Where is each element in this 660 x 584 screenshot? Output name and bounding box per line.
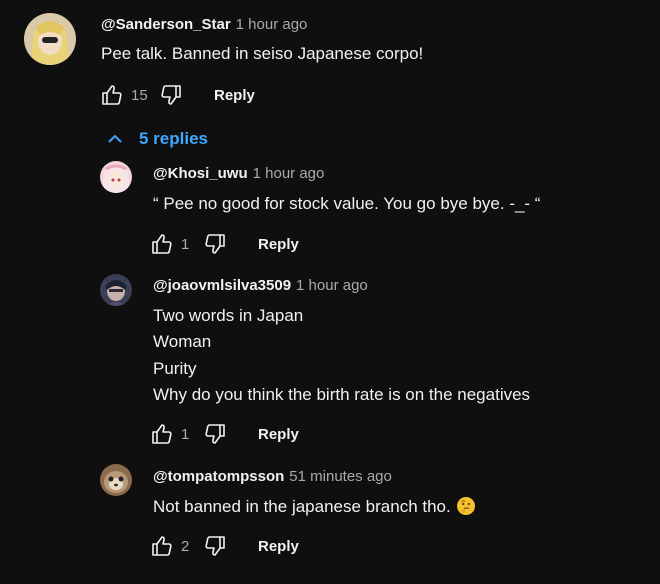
- avatar[interactable]: [100, 464, 132, 496]
- reply-button[interactable]: Reply: [214, 87, 255, 104]
- reply-author[interactable]: @Khosi_uwu: [153, 165, 248, 182]
- thumbs-up-icon: [152, 536, 172, 556]
- reply-meta: @joaovmlsilva3509 1 hour ago: [153, 276, 368, 296]
- dislike-button[interactable]: [201, 532, 229, 560]
- reply-meta: @tompatompsson 51 minutes ago: [153, 467, 392, 487]
- chevron-up-icon: [108, 134, 122, 143]
- reply-meta: @Khosi_uwu 1 hour ago: [153, 164, 324, 184]
- reply-actions: 1 Reply: [148, 230, 299, 258]
- reply-time[interactable]: 51 minutes ago: [289, 468, 392, 485]
- like-count: 1: [181, 425, 190, 443]
- replies-toggle[interactable]: 5 replies: [105, 127, 208, 151]
- reply-author[interactable]: @tompatompsson: [153, 468, 284, 485]
- reply-button[interactable]: Reply: [258, 538, 299, 555]
- reply-button[interactable]: Reply: [258, 236, 299, 253]
- like-button[interactable]: [148, 230, 176, 258]
- thumbs-down-icon: [205, 234, 225, 254]
- comment-actions: 15 Reply: [98, 81, 255, 109]
- like-button[interactable]: [148, 420, 176, 448]
- thumbs-up-icon: [102, 85, 122, 105]
- reply-text-line: Why do you think the birth rate is on th…: [153, 385, 531, 404]
- reply-text-line: Not banned in the japanese branch tho.: [153, 497, 451, 516]
- comment-author[interactable]: @Sanderson_Star: [101, 16, 231, 33]
- dislike-button[interactable]: [157, 81, 185, 109]
- comment-text: Pee talk. Banned in seiso Japanese corpo…: [101, 44, 424, 63]
- like-count: 2: [181, 537, 190, 555]
- like-count: 15: [131, 86, 148, 104]
- dislike-button[interactable]: [201, 230, 229, 258]
- reply-text: Not banned in the japanese branch tho.: [153, 494, 475, 520]
- reply-button[interactable]: Reply: [258, 426, 299, 443]
- thumbs-up-icon: [152, 234, 172, 254]
- reply-actions: 1 Reply: [148, 420, 299, 448]
- reply-actions: 2 Reply: [148, 532, 299, 560]
- comment-time[interactable]: 1 hour ago: [236, 16, 308, 33]
- avatar[interactable]: [100, 161, 132, 193]
- thinking-face-emoji: [456, 497, 475, 515]
- reply-text-line: Woman: [153, 332, 212, 351]
- thumbs-down-icon: [205, 536, 225, 556]
- like-button[interactable]: [148, 532, 176, 560]
- dislike-button[interactable]: [201, 420, 229, 448]
- avatar[interactable]: [24, 13, 76, 65]
- reply-text-line: Purity: [153, 359, 197, 378]
- avatar[interactable]: [100, 274, 132, 306]
- thumbs-down-icon: [161, 85, 181, 105]
- like-count: 1: [181, 235, 190, 253]
- reply-time[interactable]: 1 hour ago: [253, 165, 325, 182]
- comment-meta: @Sanderson_Star 1 hour ago: [101, 15, 307, 35]
- reply-text-line: Two words in Japan: [153, 306, 304, 325]
- reply-time[interactable]: 1 hour ago: [296, 277, 368, 294]
- thumbs-up-icon: [152, 424, 172, 444]
- thumbs-down-icon: [205, 424, 225, 444]
- reply-text-line: “ Pee no good for stock value. You go by…: [153, 194, 541, 213]
- like-button[interactable]: [98, 81, 126, 109]
- replies-toggle-label: 5 replies: [139, 129, 208, 148]
- reply-author[interactable]: @joaovmlsilva3509: [153, 277, 291, 294]
